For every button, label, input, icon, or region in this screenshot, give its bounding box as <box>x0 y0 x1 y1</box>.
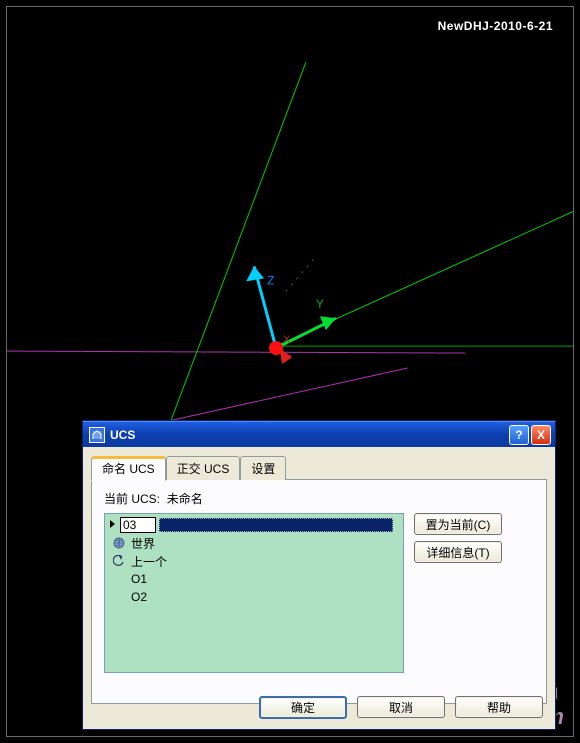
list-item[interactable]: O1 <box>109 570 399 588</box>
rename-input[interactable] <box>120 517 156 533</box>
current-marker-icon <box>110 518 116 532</box>
tab-named-ucs[interactable]: 命名 UCS <box>91 456 166 481</box>
titlebar-help-button[interactable]: ? <box>509 425 529 445</box>
tab-strip: 命名 UCS 正交 UCS 设置 <box>91 455 547 479</box>
list-item-label: O2 <box>131 590 147 604</box>
list-item-label: 世界 <box>131 535 155 552</box>
selection-highlight <box>159 518 393 532</box>
x-axis-label: X <box>283 334 291 346</box>
list-item-editing[interactable] <box>109 516 399 534</box>
set-current-button[interactable]: 置为当前(C) <box>414 513 502 535</box>
dialog-titlebar[interactable]: UCS ? X <box>83 421 555 447</box>
dialog-title: UCS <box>110 428 507 442</box>
details-button[interactable]: 详细信息(T) <box>414 541 502 563</box>
globe-icon <box>111 536 127 550</box>
help-button[interactable]: 帮助 <box>455 696 543 718</box>
side-button-group: 置为当前(C) 详细信息(T) <box>414 513 502 673</box>
dialog-body: 命名 UCS 正交 UCS 设置 当前 UCS: 未命名 <box>83 447 555 729</box>
blank-icon <box>111 572 127 586</box>
current-ucs-label: 当前 UCS: 未命名 <box>104 490 534 507</box>
ok-button[interactable]: 确定 <box>259 696 347 719</box>
list-item-label: O1 <box>131 572 147 586</box>
app-icon <box>89 427 105 443</box>
list-item[interactable]: 上一个 <box>109 552 399 570</box>
list-item[interactable]: 世界 <box>109 534 399 552</box>
blank-icon <box>111 590 127 604</box>
previous-icon <box>111 554 127 568</box>
cancel-button[interactable]: 取消 <box>357 696 445 718</box>
tab-ortho-ucs[interactable]: 正交 UCS <box>166 456 241 480</box>
y-axis-label: Y <box>316 297 324 311</box>
dialog-button-row: 确定 取消 帮助 <box>259 696 543 719</box>
z-axis-label: Z <box>267 273 274 287</box>
tab-settings[interactable]: 设置 <box>240 456 286 480</box>
ucs-dialog: UCS ? X 命名 UCS 正交 UCS 设置 当前 UCS: 未命名 <box>82 420 556 730</box>
list-item[interactable]: O2 <box>109 588 399 606</box>
ucs-list[interactable]: 世界 上一个 O1 O2 <box>104 513 404 673</box>
titlebar-close-button[interactable]: X <box>531 425 551 445</box>
list-item-label: 上一个 <box>131 553 167 570</box>
tab-panel-named: 当前 UCS: 未命名 <box>91 479 547 704</box>
timestamp-watermark: NewDHJ-2010-6-21 <box>438 19 553 33</box>
